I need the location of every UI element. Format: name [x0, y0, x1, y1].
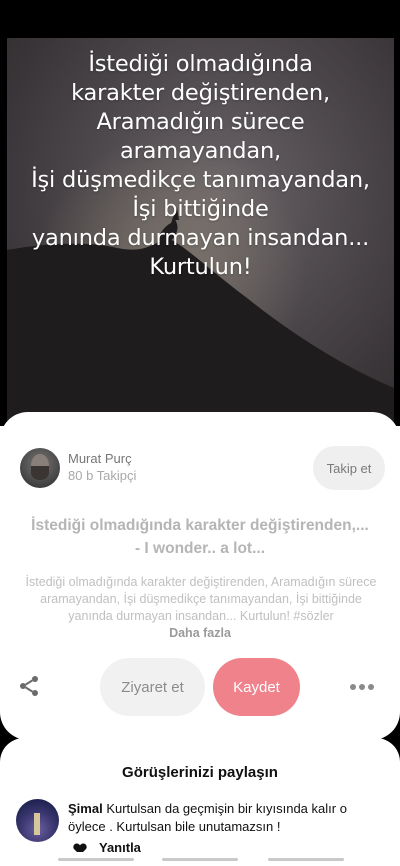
nav-recents-indicator[interactable] [58, 858, 134, 861]
nav-home-indicator[interactable] [162, 858, 238, 861]
more-horizontal-icon[interactable] [350, 684, 375, 692]
more-link[interactable]: Daha fazla [0, 626, 400, 640]
comments-sheet: Görüşlerinizi paylaşın Şimal Kurtulsan d… [0, 738, 400, 866]
status-bar [0, 0, 400, 38]
comments-heading: Görüşlerinizi paylaşın [122, 764, 278, 781]
comment-body: Kurtulsan da geçmişin bir kıyısında kalı… [68, 801, 347, 834]
follow-button[interactable]: Takip et [313, 446, 385, 490]
comment-author[interactable]: Şimal [68, 801, 103, 816]
pin-title: İstediği olmadığında karakter değiştiren… [31, 517, 369, 557]
pin-detail-card: Murat Purç 80 b Takipçi Takip et İstediğ… [0, 412, 400, 740]
pin-image[interactable]: İstediği olmadığında karakter değiştiren… [7, 38, 394, 426]
pin-description: İstediği olmadığında karakter değiştiren… [25, 575, 377, 623]
profile-name[interactable]: Murat Purç [68, 451, 132, 466]
nav-back-indicator[interactable] [268, 858, 344, 861]
follower-count: 80 b Takipçi [68, 468, 137, 483]
pin-quote-text: İstediği olmadığında karakter değiştiren… [31, 51, 370, 280]
profile-avatar[interactable] [20, 448, 60, 488]
comment-item: Şimal Kurtulsan da geçmişin bir kıyısınd… [68, 800, 388, 836]
share-icon[interactable] [17, 674, 41, 698]
comment-avatar[interactable] [16, 799, 59, 842]
visit-button[interactable]: Ziyaret et [100, 658, 205, 716]
save-button[interactable]: Kaydet [213, 658, 300, 716]
